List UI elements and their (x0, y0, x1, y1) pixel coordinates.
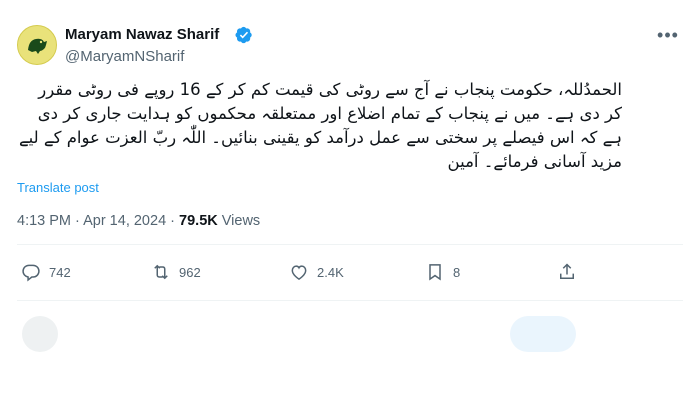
share-button[interactable] (557, 258, 585, 286)
repost-button[interactable]: 962 (151, 258, 201, 286)
share-icon (560, 263, 574, 279)
repost-icon (154, 264, 168, 280)
views-label: Views (221, 213, 261, 229)
views-count: 79.5K (179, 213, 218, 229)
bookmark-button[interactable]: 8 (425, 258, 460, 286)
reply-count: 742 (49, 264, 71, 280)
bookmark-icon (429, 264, 441, 281)
separator-dot: · (170, 213, 180, 229)
repost-count: 962 (179, 264, 201, 280)
action-bar: 742 962 2.4K 8 (17, 258, 587, 286)
like-count: 2.4K (317, 264, 344, 280)
tweet-date[interactable]: Apr 14, 2024 (83, 213, 166, 229)
tweet-time[interactable]: 4:13 PM (17, 213, 71, 229)
divider (17, 300, 683, 301)
avatar[interactable] (17, 25, 57, 65)
separator-dot: · (75, 213, 84, 229)
like-icon (291, 265, 307, 280)
reply-avatar-placeholder (22, 316, 58, 352)
verified-icon (235, 26, 252, 44)
reply-button-placeholder[interactable] (510, 316, 576, 352)
tweet-text: الحمدُللہ، حکومت پنجاب نے آج سے روٹی کی … (19, 80, 622, 171)
reply-icon (22, 264, 40, 282)
tweet-header: Maryam Nawaz Sharif @MaryamNSharif ••• (17, 18, 683, 66)
display-name[interactable]: Maryam Nawaz Sharif (65, 26, 219, 43)
reply-button[interactable]: 742 (21, 258, 71, 286)
divider (17, 244, 683, 245)
tweet-meta: 4:13 PM · Apr 14, 2024 · 79.5K Views (17, 213, 260, 229)
handle[interactable]: @MaryamNSharif (65, 48, 184, 65)
translate-post-link[interactable]: Translate post (17, 180, 99, 195)
more-icon[interactable]: ••• (653, 22, 683, 48)
like-button[interactable]: 2.4K (289, 258, 344, 286)
bookmark-count: 8 (453, 264, 461, 280)
party-logo-icon (28, 38, 47, 54)
